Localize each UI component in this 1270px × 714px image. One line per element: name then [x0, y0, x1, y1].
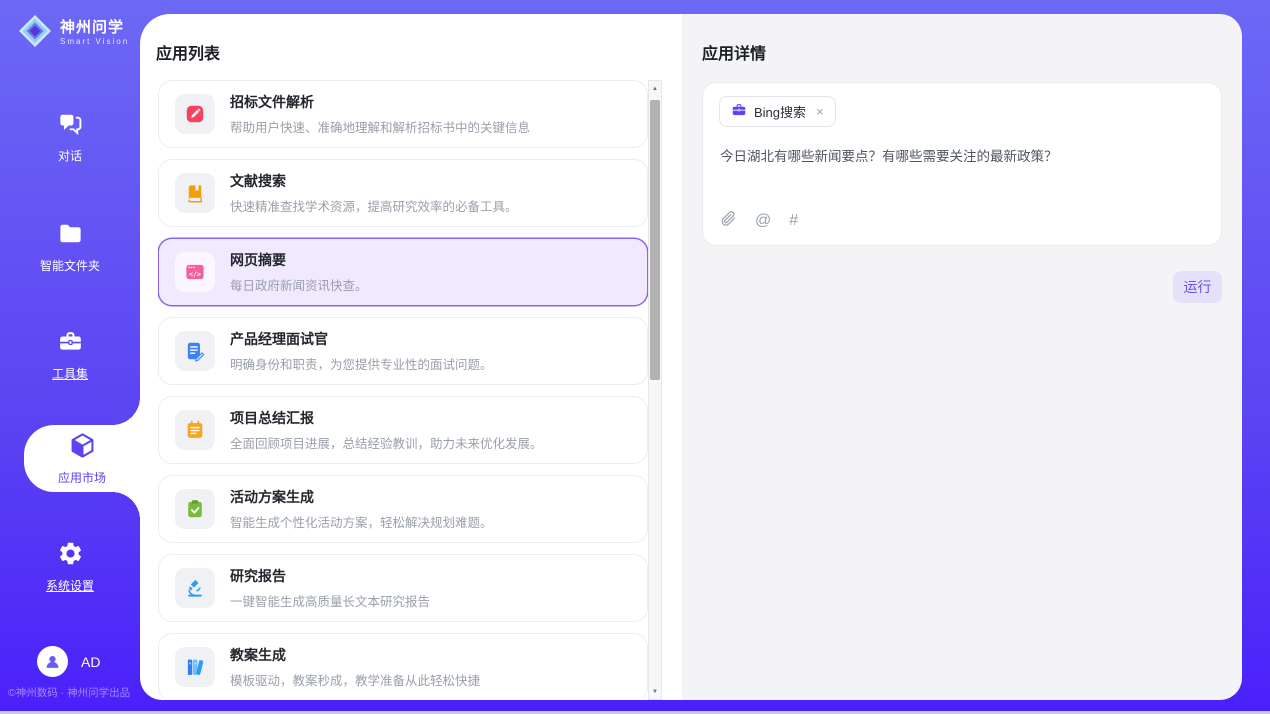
bid-document-edit-icon: [175, 94, 215, 134]
app-name: 招标文件解析: [230, 92, 530, 112]
book-icon: [175, 173, 215, 213]
app-card-lesson-plan[interactable]: 教案生成 模板驱动，教案秒成，教学准备从此轻松快捷: [158, 633, 648, 698]
app-description: 模板驱动，教案秒成，教学准备从此轻松快捷: [230, 670, 480, 689]
app-description: 智能生成个性化活动方案，轻松解决规划难题。: [230, 512, 493, 531]
tool-tag-bing-search[interactable]: Bing搜索 ×: [719, 96, 836, 127]
tag-close-icon[interactable]: ×: [816, 104, 824, 119]
tool-tag-label: Bing搜索: [754, 102, 806, 121]
brand-name: 神州问学: [60, 20, 129, 37]
user-initials: AD: [81, 654, 100, 670]
sidebar-item-label: 系统设置: [46, 577, 94, 594]
sidebar-item-toolset[interactable]: 工具集: [0, 328, 140, 382]
app-card-project-summary[interactable]: 项目总结汇报 全面回顾项目进展，总结经验教训，助力未来优化发展。: [158, 396, 648, 464]
composer-toolbar: @ #: [720, 210, 798, 232]
scroll-thumb[interactable]: [650, 100, 660, 380]
app-description: 每日政府新闻资讯快查。: [230, 275, 368, 294]
sidebar-item-smart-folder[interactable]: 智能文件夹: [0, 220, 140, 274]
app-card-research-report[interactable]: 研究报告 一键智能生成高质量长文本研究报告: [158, 554, 648, 622]
avatar: [37, 646, 68, 677]
folder-icon: [57, 220, 84, 250]
brand-subtitle: Smart Vision: [60, 38, 129, 47]
document-pen-icon: [175, 331, 215, 371]
sidebar-item-app-market-active[interactable]: 应用市场: [24, 425, 140, 492]
brand-logo: 神州问学 Smart Vision: [17, 13, 129, 54]
sidebar-item-label: 应用市场: [58, 469, 106, 486]
app-card-literature-search[interactable]: 文献搜索 快速精准查找学术资源，提高研究效率的必备工具。: [158, 159, 648, 227]
app-name: 教案生成: [230, 645, 480, 665]
sidebar: 神州问学 Smart Vision 对话 智能文件夹: [0, 0, 140, 714]
app-name: 项目总结汇报: [230, 408, 543, 428]
app-list-panel: 应用列表 招标文件解析 帮助用户快速、准确地理解和解析招标书中的关键信息: [140, 14, 682, 700]
web-code-icon: </>: [175, 252, 215, 292]
gear-icon: [57, 540, 84, 570]
active-tab-bottom-curve: [112, 492, 140, 520]
sidebar-item-chat[interactable]: 对话: [0, 110, 140, 164]
scroll-up-button[interactable]: ▲: [649, 81, 661, 96]
app-card-activity-plan[interactable]: 活动方案生成 智能生成个性化活动方案，轻松解决规划难题。: [158, 475, 648, 543]
mention-icon[interactable]: @: [755, 213, 771, 229]
app-list: 招标文件解析 帮助用户快速、准确地理解和解析招标书中的关键信息 文献搜索 快速精…: [158, 80, 648, 698]
sidebar-item-settings[interactable]: 系统设置: [0, 540, 140, 594]
app-list-scrollbar[interactable]: ▲ ▼: [648, 80, 662, 700]
app-description: 快速精准查找学术资源，提高研究效率的必备工具。: [230, 196, 518, 215]
app-detail-title: 应用详情: [702, 40, 766, 64]
app-detail-panel: 应用详情 Bing搜索 × 今日湖北有哪些新闻要点？有哪些需要关注的最新政策？: [682, 14, 1242, 700]
sidebar-item-label: 智能文件夹: [40, 257, 100, 274]
app-window: { "brand": {"name": "神州问学", "subtitle": …: [0, 0, 1270, 714]
microscope-icon: [175, 568, 215, 608]
toolbox-icon: [57, 328, 84, 358]
note-icon: [175, 410, 215, 450]
app-name: 活动方案生成: [230, 487, 493, 507]
app-card-pm-interviewer[interactable]: 产品经理面试官 明确身份和职责，为您提供专业性的面试问题。: [158, 317, 648, 385]
prompt-text[interactable]: 今日湖北有哪些新闻要点？有哪些需要关注的最新政策？: [720, 145, 1205, 165]
app-list-title: 应用列表: [156, 40, 220, 64]
chat-icon: [57, 110, 84, 140]
app-description: 明确身份和职责，为您提供专业性的面试问题。: [230, 354, 493, 373]
copyright-text: ©神州数码 · 神州问学出品: [8, 685, 130, 700]
prompt-composer-card[interactable]: Bing搜索 × 今日湖北有哪些新闻要点？有哪些需要关注的最新政策？ @ #: [702, 82, 1222, 246]
scroll-down-button[interactable]: ▼: [649, 684, 661, 699]
app-name: 研究报告: [230, 566, 430, 586]
app-card-bid-document[interactable]: 招标文件解析 帮助用户快速、准确地理解和解析招标书中的关键信息: [158, 80, 648, 148]
hash-icon[interactable]: #: [789, 213, 798, 229]
briefcase-icon: [731, 102, 747, 121]
app-name: 网页摘要: [230, 250, 368, 270]
app-description: 帮助用户快速、准确地理解和解析招标书中的关键信息: [230, 117, 530, 136]
sidebar-item-label: 对话: [58, 147, 82, 164]
app-card-web-summary-selected[interactable]: </> 网页摘要 每日政府新闻资讯快查。: [158, 238, 648, 306]
cube-icon: [68, 431, 97, 465]
books-icon: [175, 647, 215, 687]
sidebar-item-label: 工具集: [52, 365, 88, 382]
brand-diamond-icon: [17, 13, 53, 54]
clipboard-check-icon: [175, 489, 215, 529]
run-button[interactable]: 运行: [1173, 271, 1222, 303]
user-account[interactable]: AD: [37, 646, 100, 677]
app-description: 全面回顾项目进展，总结经验教训，助力未来优化发展。: [230, 433, 543, 452]
paperclip-icon[interactable]: [720, 210, 737, 232]
app-name: 产品经理面试官: [230, 329, 493, 349]
app-description: 一键智能生成高质量长文本研究报告: [230, 591, 430, 610]
svg-text:</>: </>: [189, 270, 201, 278]
active-tab-top-curve: [112, 397, 140, 425]
app-name: 文献搜索: [230, 171, 518, 191]
